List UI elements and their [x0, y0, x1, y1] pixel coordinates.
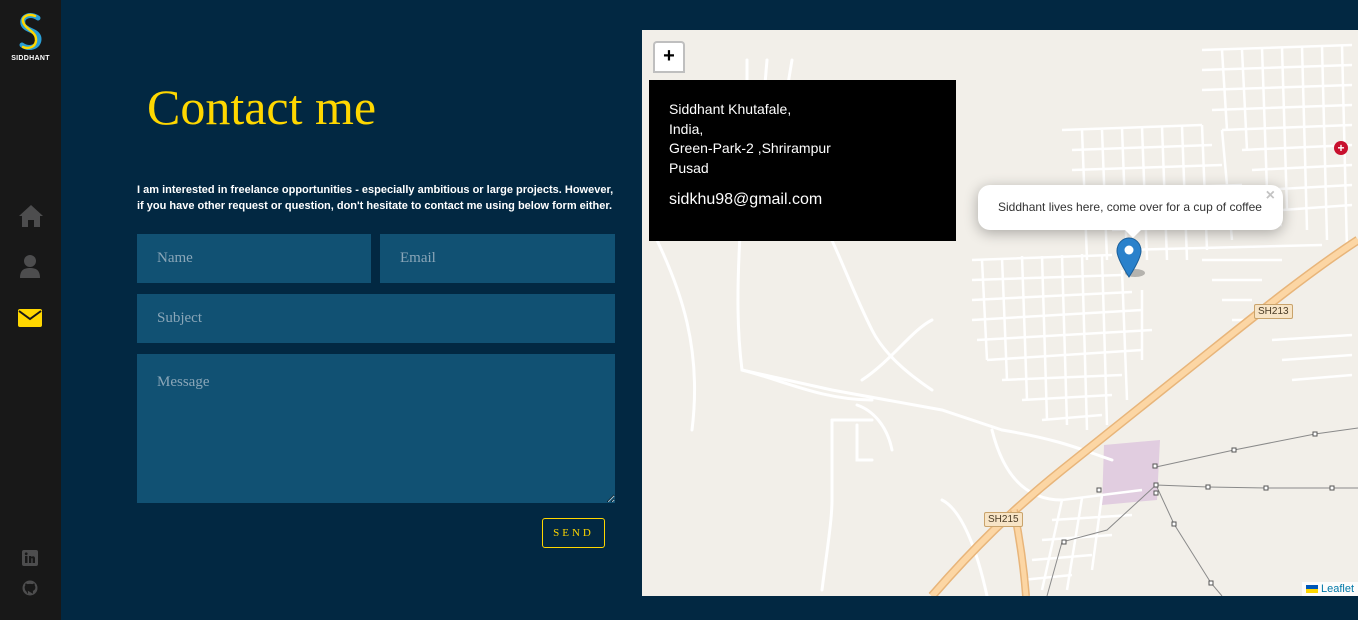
location-marker-icon[interactable] — [1116, 237, 1146, 284]
info-email: sidkhu98@gmail.com — [669, 191, 823, 208]
github-icon — [22, 580, 38, 596]
info-name: Siddhant Khutafale, — [669, 101, 792, 117]
nav-home-link[interactable] — [18, 204, 43, 228]
email-field[interactable] — [380, 234, 615, 283]
popup-close-icon[interactable]: × — [1266, 187, 1275, 205]
send-button[interactable]: SEND — [542, 518, 605, 548]
logo-text: SIDDHANT — [11, 55, 50, 62]
map[interactable]: + SH213 SH215 + Siddhant Khutafale, Indi… — [642, 30, 1358, 596]
map-popup: Siddhant lives here, come over for a cup… — [978, 185, 1283, 238]
info-country: India, — [669, 120, 704, 137]
page-title: Contact me — [147, 79, 377, 135]
github-link[interactable] — [22, 580, 38, 596]
logo-s-icon — [19, 13, 42, 50]
linkedin-icon — [22, 550, 38, 566]
nav-about-link[interactable] — [18, 254, 42, 278]
nav-contact-link[interactable] — [18, 306, 42, 330]
logo[interactable]: SIDDHANT — [0, 12, 61, 62]
leaflet-attribution[interactable]: Leaflet — [1301, 582, 1358, 596]
user-icon — [20, 255, 40, 278]
road-label-sh215: SH215 — [984, 512, 1023, 527]
attribution-text[interactable]: Leaflet — [1321, 583, 1354, 595]
info-city: Pusad — [669, 159, 709, 176]
name-field[interactable] — [137, 234, 371, 283]
linkedin-link[interactable] — [22, 550, 38, 566]
home-icon — [19, 205, 43, 227]
sidebar: SIDDHANT — [0, 0, 61, 620]
road-label-sh213: SH213 — [1254, 304, 1293, 319]
subject-field[interactable] — [137, 294, 615, 343]
info-address: Green-Park-2 ,Shrirampur — [669, 140, 831, 156]
popup-text: Siddhant lives here, come over for a cup… — [998, 200, 1262, 214]
hospital-poi-icon[interactable]: + — [1334, 141, 1348, 155]
zoom-in-button[interactable]: + — [653, 41, 685, 73]
address-info-box: Siddhant Khutafale, India, Green-Park-2 … — [649, 80, 956, 241]
intro-text: I am interested in freelance opportuniti… — [137, 184, 614, 212]
envelope-icon — [18, 309, 42, 327]
message-field[interactable] — [137, 354, 615, 503]
ukraine-flag-icon — [1305, 585, 1318, 594]
